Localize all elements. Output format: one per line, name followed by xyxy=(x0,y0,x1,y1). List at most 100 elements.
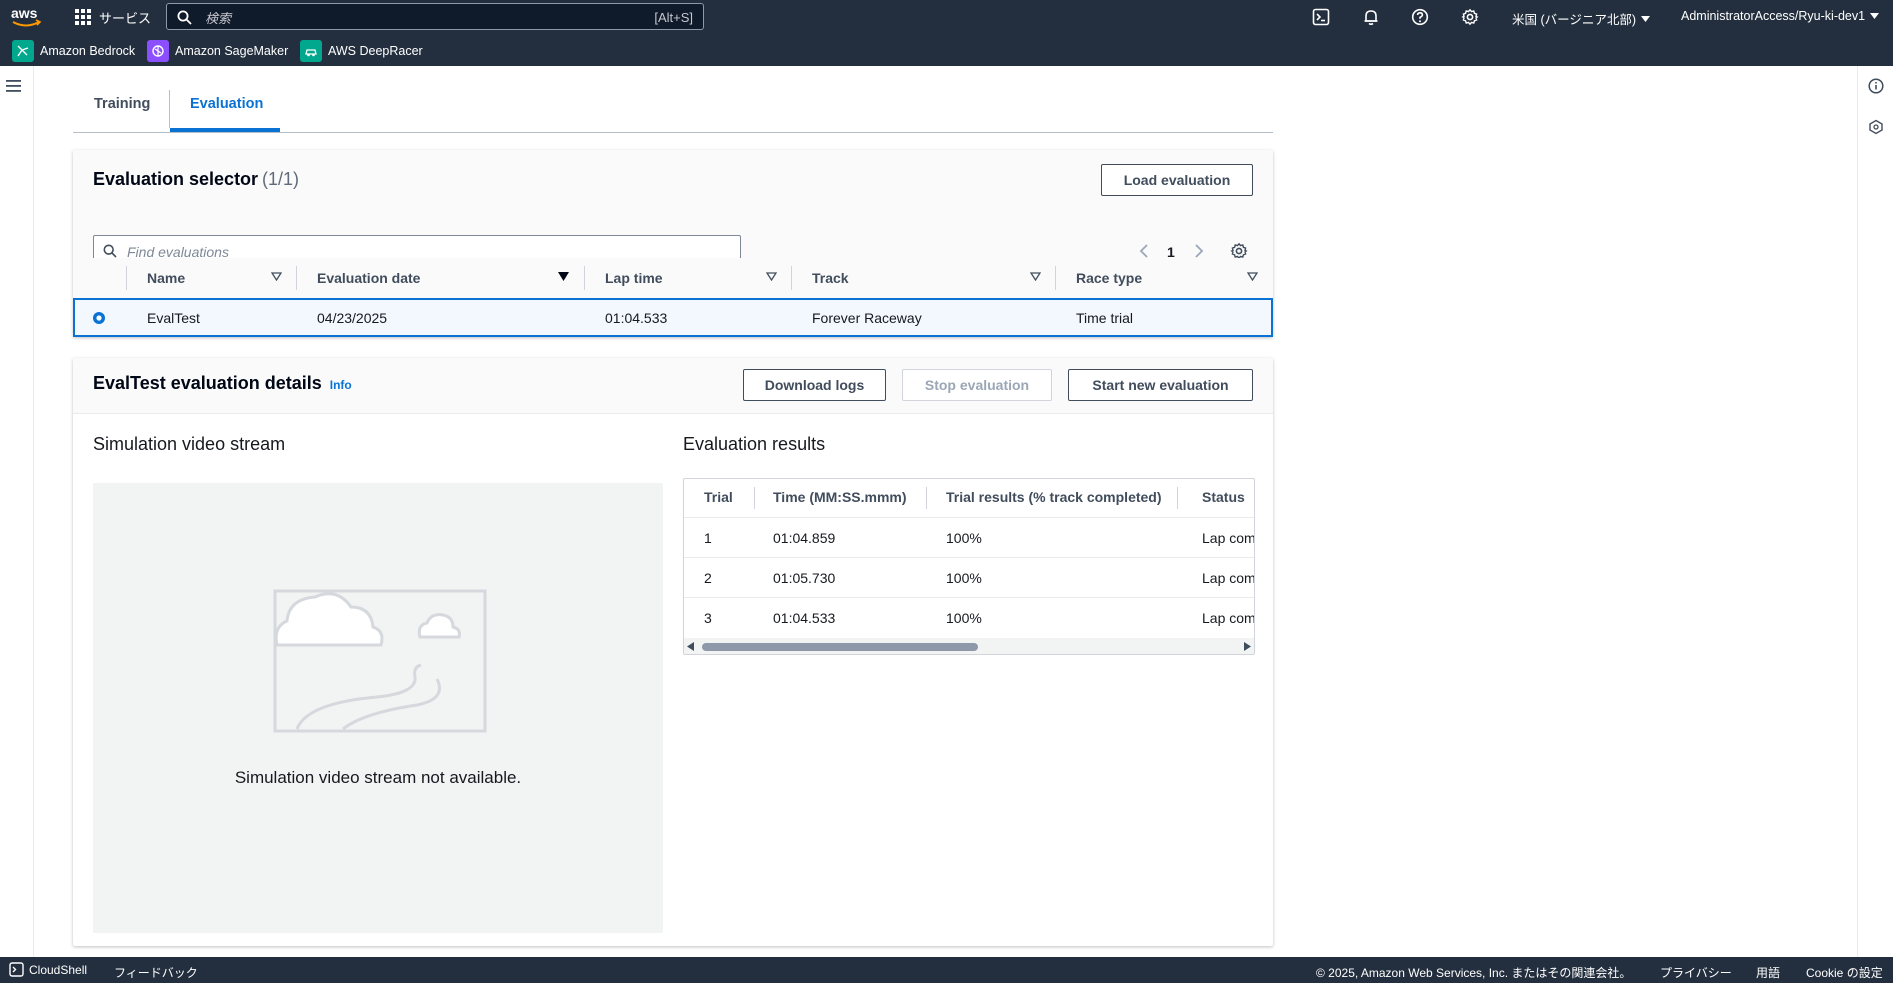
table-row: 2 01:05.730 100% Lap com xyxy=(684,557,1254,598)
evaluation-details-panel: EvalTest evaluation details Info Downloa… xyxy=(73,358,1273,946)
services-label: サービス xyxy=(99,10,152,26)
evaluation-results-table: Trial Time (MM:SS.mmm) Trial results (% … xyxy=(683,478,1255,655)
cell-name: EvalTest xyxy=(147,310,200,326)
video-stream-placeholder: Simulation video stream not available. xyxy=(93,483,663,933)
info-link[interactable]: Info xyxy=(330,378,352,392)
search-input[interactable] xyxy=(203,7,587,29)
region-selector[interactable]: 米国 (バージニア北部) xyxy=(1512,9,1651,28)
privacy-link[interactable]: プライバシー xyxy=(1660,964,1732,981)
cookie-settings-link[interactable]: Cookie の設定 xyxy=(1806,964,1883,981)
column-separator xyxy=(126,266,127,290)
favorite-sagemaker[interactable]: Amazon SageMaker xyxy=(147,40,288,62)
column-separator xyxy=(584,266,585,290)
sort-caret-icon[interactable] xyxy=(271,272,282,281)
tab-divider xyxy=(169,90,170,128)
cell-evaluation-date: 04/23/2025 xyxy=(317,310,388,326)
cell-status: Lap com xyxy=(1202,530,1255,546)
copyright-text: © 2025, Amazon Web Services, Inc. またはその関… xyxy=(1316,966,1632,980)
column-header-race-type[interactable]: Race type xyxy=(1076,270,1142,286)
favorite-label: AWS DeepRacer xyxy=(328,44,423,58)
load-evaluation-button[interactable]: Load evaluation xyxy=(1101,164,1253,196)
cell-time: 01:05.730 xyxy=(773,570,836,586)
selector-heading: Evaluation selector (1/1) xyxy=(93,169,299,190)
cell-time: 01:04.859 xyxy=(773,530,836,546)
start-new-evaluation-button[interactable]: Start new evaluation xyxy=(1068,369,1253,401)
sort-caret-icon[interactable] xyxy=(1247,272,1258,281)
column-header-evaluation-date[interactable]: Evaluation date xyxy=(317,270,420,286)
favorite-bedrock[interactable]: Amazon Bedrock xyxy=(12,40,135,62)
terms-link[interactable]: 用語 xyxy=(1756,964,1780,981)
cell-lap-time: 01:04.533 xyxy=(605,310,668,326)
table-row[interactable]: EvalTest 04/23/2025 01:04.533 Forever Ra… xyxy=(73,298,1273,337)
right-tools-rail xyxy=(1857,66,1893,957)
console-footer: CloudShell フィードバック © 2025, Amazon Web Se… xyxy=(0,957,1893,983)
column-separator xyxy=(296,266,297,290)
column-separator xyxy=(791,266,792,290)
stop-evaluation-button[interactable]: Stop evaluation xyxy=(902,369,1052,401)
column-separator xyxy=(1055,266,1056,290)
cell-trial: 2 xyxy=(704,570,712,586)
cell-trial-result: 100% xyxy=(946,610,982,626)
aws-logo[interactable]: aws xyxy=(10,4,44,30)
column-header-time: Time (MM:SS.mmm) xyxy=(773,489,907,505)
model-tabs: Training Evaluation xyxy=(73,86,1273,133)
favorite-label: Amazon SageMaker xyxy=(175,44,289,58)
cloudshell-button[interactable]: CloudShell xyxy=(9,962,87,977)
horizontal-scrollbar[interactable] xyxy=(684,638,1254,654)
favorite-deepracer[interactable]: AWS DeepRacer xyxy=(300,40,423,62)
evaluations-table-header: Name Evaluation date Lap time Track Race… xyxy=(73,258,1273,299)
column-header-name[interactable]: Name xyxy=(147,270,185,286)
download-logs-button[interactable]: Download logs xyxy=(743,369,886,401)
sort-caret-icon[interactable] xyxy=(766,272,777,281)
feedback-link[interactable]: フィードバック xyxy=(114,964,198,981)
scroll-left-arrow-icon[interactable] xyxy=(687,642,694,651)
scrollbar-thumb[interactable] xyxy=(702,643,978,651)
column-separator xyxy=(754,487,755,509)
sort-descending-icon[interactable] xyxy=(558,272,569,281)
menu-hamburger-icon[interactable] xyxy=(6,80,21,92)
pagination-next-icon[interactable] xyxy=(1194,243,1204,259)
help-icon[interactable] xyxy=(1411,8,1429,26)
column-header-lap-time[interactable]: Lap time xyxy=(605,270,663,286)
column-header-status: Status xyxy=(1202,489,1245,505)
cloudshell-label: CloudShell xyxy=(29,962,88,977)
account-menu[interactable]: AdministratorAccess/Ryu-ki-dev1 xyxy=(1681,9,1880,23)
sort-caret-icon[interactable] xyxy=(1030,272,1041,281)
cell-status: Lap com xyxy=(1202,610,1255,626)
video-section-title: Simulation video stream xyxy=(93,434,286,454)
table-row: 1 01:04.859 100% Lap com xyxy=(684,517,1254,558)
favorite-label: Amazon Bedrock xyxy=(40,44,136,58)
caret-down-icon xyxy=(1641,15,1651,22)
column-header-trial-results: Trial results (% track completed) xyxy=(946,489,1162,505)
notifications-bell-icon[interactable] xyxy=(1362,8,1380,26)
radio-selected-icon[interactable] xyxy=(92,311,106,325)
favorites-bar: Amazon Bedrock Amazon SageMaker AWS Deep… xyxy=(0,34,1893,66)
selector-count: (1/1) xyxy=(261,169,299,189)
info-panel-icon[interactable] xyxy=(1868,78,1884,94)
column-header-trial: Trial xyxy=(704,489,733,505)
tutorials-panel-icon[interactable] xyxy=(1868,119,1884,135)
active-tab-indicator xyxy=(170,128,280,132)
video-unavailable-message: Simulation video stream not available. xyxy=(234,768,522,787)
svg-text:aws: aws xyxy=(11,5,38,21)
caret-down-icon xyxy=(1870,13,1880,19)
cell-trial-result: 100% xyxy=(946,530,982,546)
cell-trial: 3 xyxy=(704,610,712,626)
results-section-title: Evaluation results xyxy=(683,434,826,454)
tab-evaluation[interactable]: Evaluation xyxy=(190,96,263,112)
column-separator xyxy=(1177,487,1178,509)
column-header-track[interactable]: Track xyxy=(812,270,849,286)
cloudshell-icon[interactable] xyxy=(1312,8,1330,26)
services-menu-button[interactable]: サービス xyxy=(75,7,151,27)
cell-trial: 1 xyxy=(704,530,712,546)
top-navigation: aws サービス [Alt+S] xyxy=(0,0,1893,34)
sagemaker-icon xyxy=(147,40,169,62)
settings-gear-icon[interactable] xyxy=(1461,8,1479,26)
tab-training[interactable]: Training xyxy=(94,96,150,112)
cell-time: 01:04.533 xyxy=(773,610,836,626)
scroll-right-arrow-icon[interactable] xyxy=(1244,642,1251,651)
global-search[interactable]: [Alt+S] xyxy=(166,3,704,30)
pagination-previous-icon[interactable] xyxy=(1139,243,1149,259)
account-label: AdministratorAccess/Ryu-ki-dev1 xyxy=(1681,9,1866,23)
cell-track: Forever Raceway xyxy=(812,310,922,326)
